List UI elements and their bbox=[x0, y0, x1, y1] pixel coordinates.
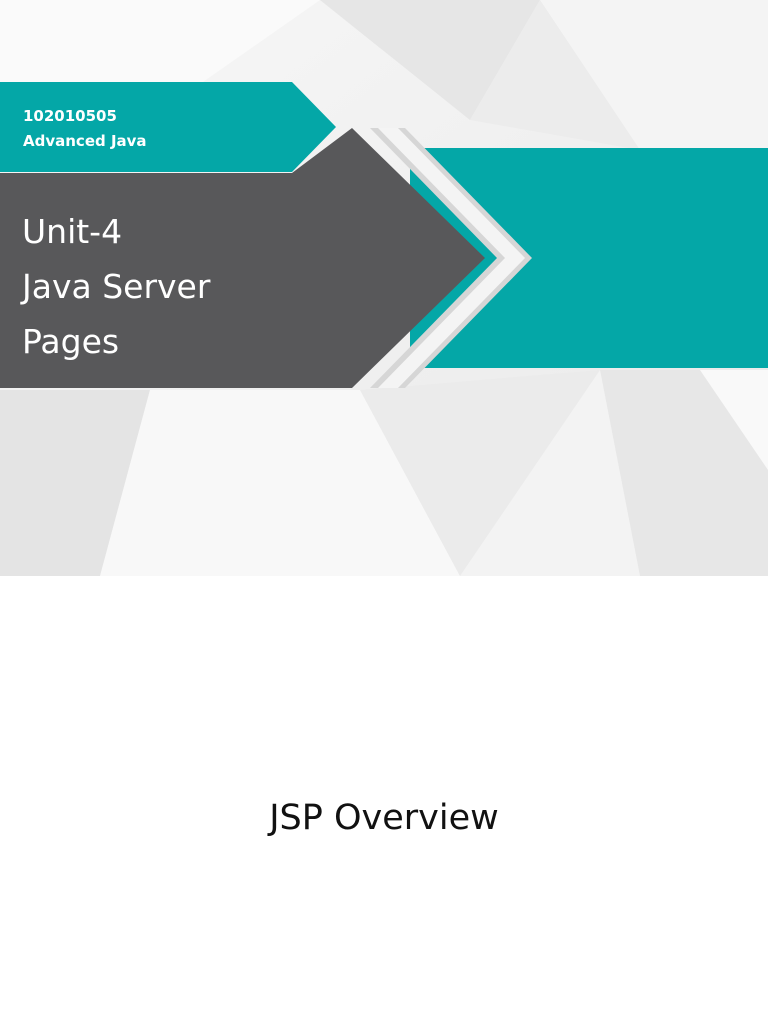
slide-title-line: Pages bbox=[22, 322, 120, 361]
slide-title-line: Java Server bbox=[22, 267, 211, 306]
slide-title: Unit-4 Java Server Pages bbox=[22, 204, 210, 369]
document-page: 102010505 Advanced Java Unit-4 Java Serv… bbox=[0, 0, 768, 1024]
course-code: 102010505 bbox=[23, 107, 117, 125]
title-slide: 102010505 Advanced Java Unit-4 Java Serv… bbox=[0, 0, 768, 576]
section-heading: JSP Overview bbox=[269, 798, 499, 838]
slide-title-line: Unit-4 bbox=[22, 212, 123, 251]
section-slide: JSP Overview bbox=[0, 576, 768, 1024]
course-name: Advanced Java bbox=[23, 132, 147, 150]
